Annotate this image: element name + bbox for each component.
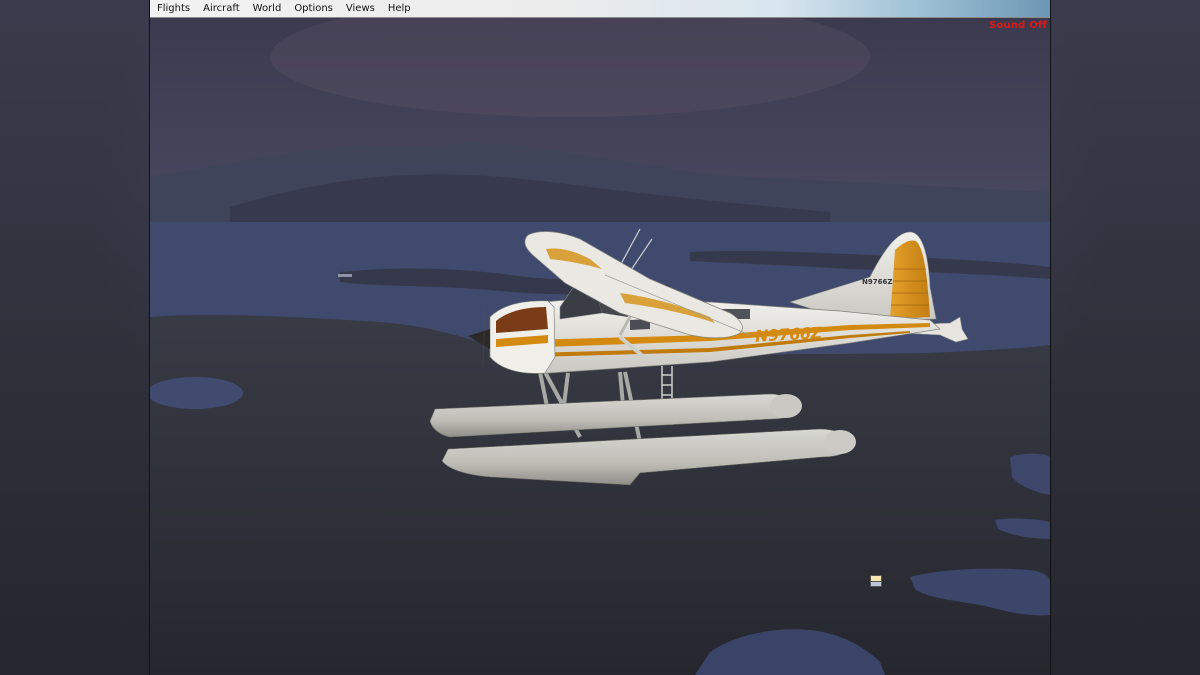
menu-world[interactable]: World <box>246 0 288 17</box>
lake <box>150 377 243 409</box>
tail-registration: N9766Z <box>862 278 893 286</box>
lod-indicator-icon <box>870 575 882 591</box>
menu-aircraft[interactable]: Aircraft <box>196 0 246 17</box>
side-registration: N9766Z <box>754 323 822 346</box>
flight-view[interactable] <box>150 17 1050 675</box>
menu-help[interactable]: Help <box>381 0 417 17</box>
menu-flights[interactable]: Flights <box>150 0 196 17</box>
menu-options[interactable]: Options <box>287 0 339 17</box>
scenery <box>150 17 1050 675</box>
sound-status: Sound Off <box>989 20 1047 31</box>
menu-bar: Flights Aircraft World Options Views Hel… <box>150 0 1050 18</box>
menu-views[interactable]: Views <box>339 0 381 17</box>
flight-sim-window: Flights Aircraft World Options Views Hel… <box>150 0 1050 675</box>
